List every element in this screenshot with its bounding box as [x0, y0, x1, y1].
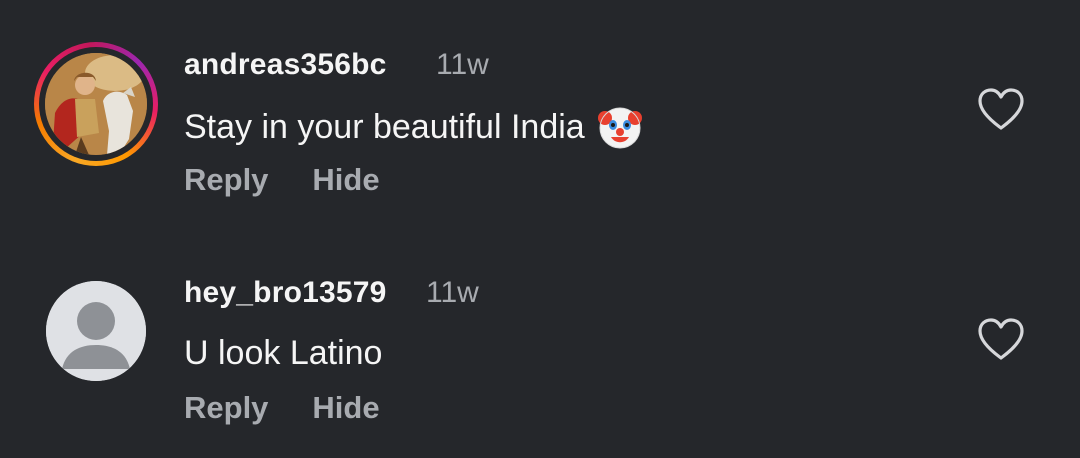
timestamp: 11w	[426, 276, 479, 309]
avatar	[45, 53, 147, 155]
default-avatar-icon	[46, 281, 146, 381]
reply-button[interactable]: Reply	[184, 390, 268, 426]
hide-button[interactable]: Hide	[312, 390, 379, 426]
heart-icon[interactable]	[976, 316, 1026, 362]
hide-button[interactable]: Hide	[312, 162, 379, 198]
avatar[interactable]	[46, 281, 146, 381]
reply-button[interactable]: Reply	[184, 162, 268, 198]
comment-text-content: Stay in your beautiful India	[184, 107, 585, 146]
comment-item: andreas356bc 11w Stay in your beautiful …	[0, 0, 1080, 230]
comment-text-content: U look Latino	[184, 334, 383, 372]
heart-icon[interactable]	[976, 86, 1026, 132]
comment-text: U look Latino	[184, 334, 382, 373]
username[interactable]: hey_bro13579	[184, 276, 387, 310]
timestamp: 11w	[436, 48, 489, 81]
comment-actions: Reply Hide	[184, 390, 380, 426]
username[interactable]: andreas356bc	[184, 48, 387, 82]
comment-actions: Reply Hide	[184, 162, 380, 198]
avatar-story-ring[interactable]	[34, 42, 158, 166]
avatar-photo-image	[45, 53, 147, 155]
comment-item: hey_bro13579 11w U look Latino Reply Hid…	[0, 230, 1080, 458]
clown-face-icon	[597, 104, 643, 150]
comment-text: Stay in your beautiful India	[184, 104, 643, 150]
